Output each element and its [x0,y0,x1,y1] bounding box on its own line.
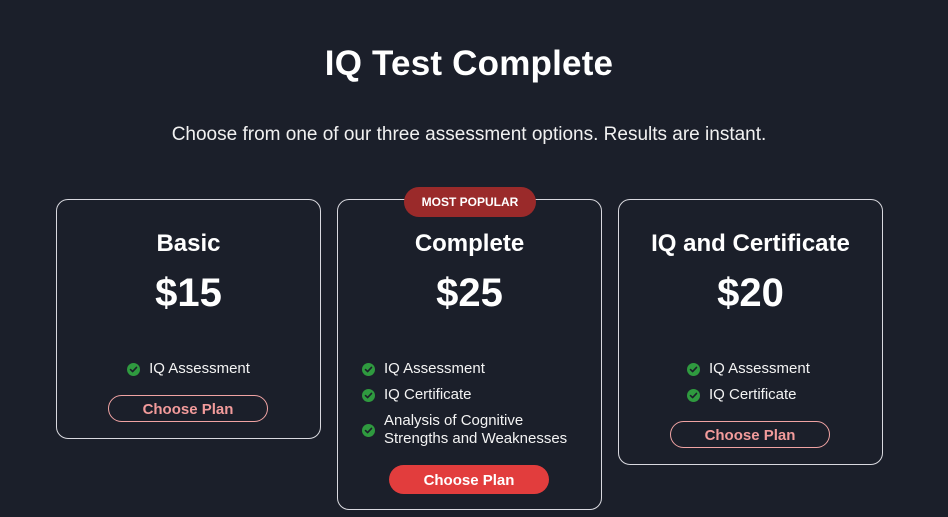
plan-name: Basic [156,230,221,257]
choose-plan-complete-button[interactable]: Choose Plan [389,465,549,494]
page-subtitle: Choose from one of our three assessment … [171,124,767,145]
feature-list: IQ Assessment [57,360,320,386]
feature-label: IQ Assessment [149,360,250,377]
check-circle-icon [362,362,375,376]
plan-price: $25 [436,271,503,315]
feature-item: IQ Certificate [687,386,797,404]
check-circle-icon [127,362,141,376]
check-circle-icon [687,362,700,376]
plan-card-basic: Basic $15 IQ Assessment Choose Plan [56,199,321,439]
plan-price: $20 [717,271,784,315]
feature-item: IQ Assessment [127,360,250,378]
choose-plan-basic-button[interactable]: Choose Plan [108,395,268,422]
feature-item: IQ Assessment [362,360,485,378]
feature-label: IQ Assessment [709,360,810,377]
feature-item: IQ Assessment [687,360,810,378]
plan-name: IQ and Certificate [651,230,850,257]
feature-label: IQ Certificate [709,386,797,403]
feature-item: IQ Certificate [362,386,472,404]
plan-name: Complete [414,230,525,257]
feature-item: Analysis of Cognitive Strengths and Weak… [362,412,567,448]
feature-list: IQ Assessment IQ Certificate Analysis of… [362,360,567,456]
check-circle-icon [687,388,700,402]
most-popular-badge: MOST POPULAR [404,187,536,217]
check-circle-icon [362,423,375,437]
check-circle-icon [362,388,375,402]
page-title: IQ Test Complete [324,44,614,83]
plan-price: $15 [155,271,222,315]
feature-label: IQ Assessment [384,360,485,377]
feature-label: IQ Certificate [384,386,472,403]
feature-list: IQ Assessment IQ Certificate [687,360,810,412]
feature-label: Analysis of Cognitive Strengths and Weak… [384,412,567,448]
feature-label-line: Strengths and Weaknesses [384,430,568,447]
plan-card-iq-certificate: IQ and Certificate $20 IQ Assessment IQ … [618,199,883,465]
feature-label-line: Analysis of Cognitive [384,412,524,429]
plan-card-complete: MOST POPULAR Complete $25 IQ Assessment … [337,187,602,510]
choose-plan-iq-certificate-button[interactable]: Choose Plan [670,421,830,448]
